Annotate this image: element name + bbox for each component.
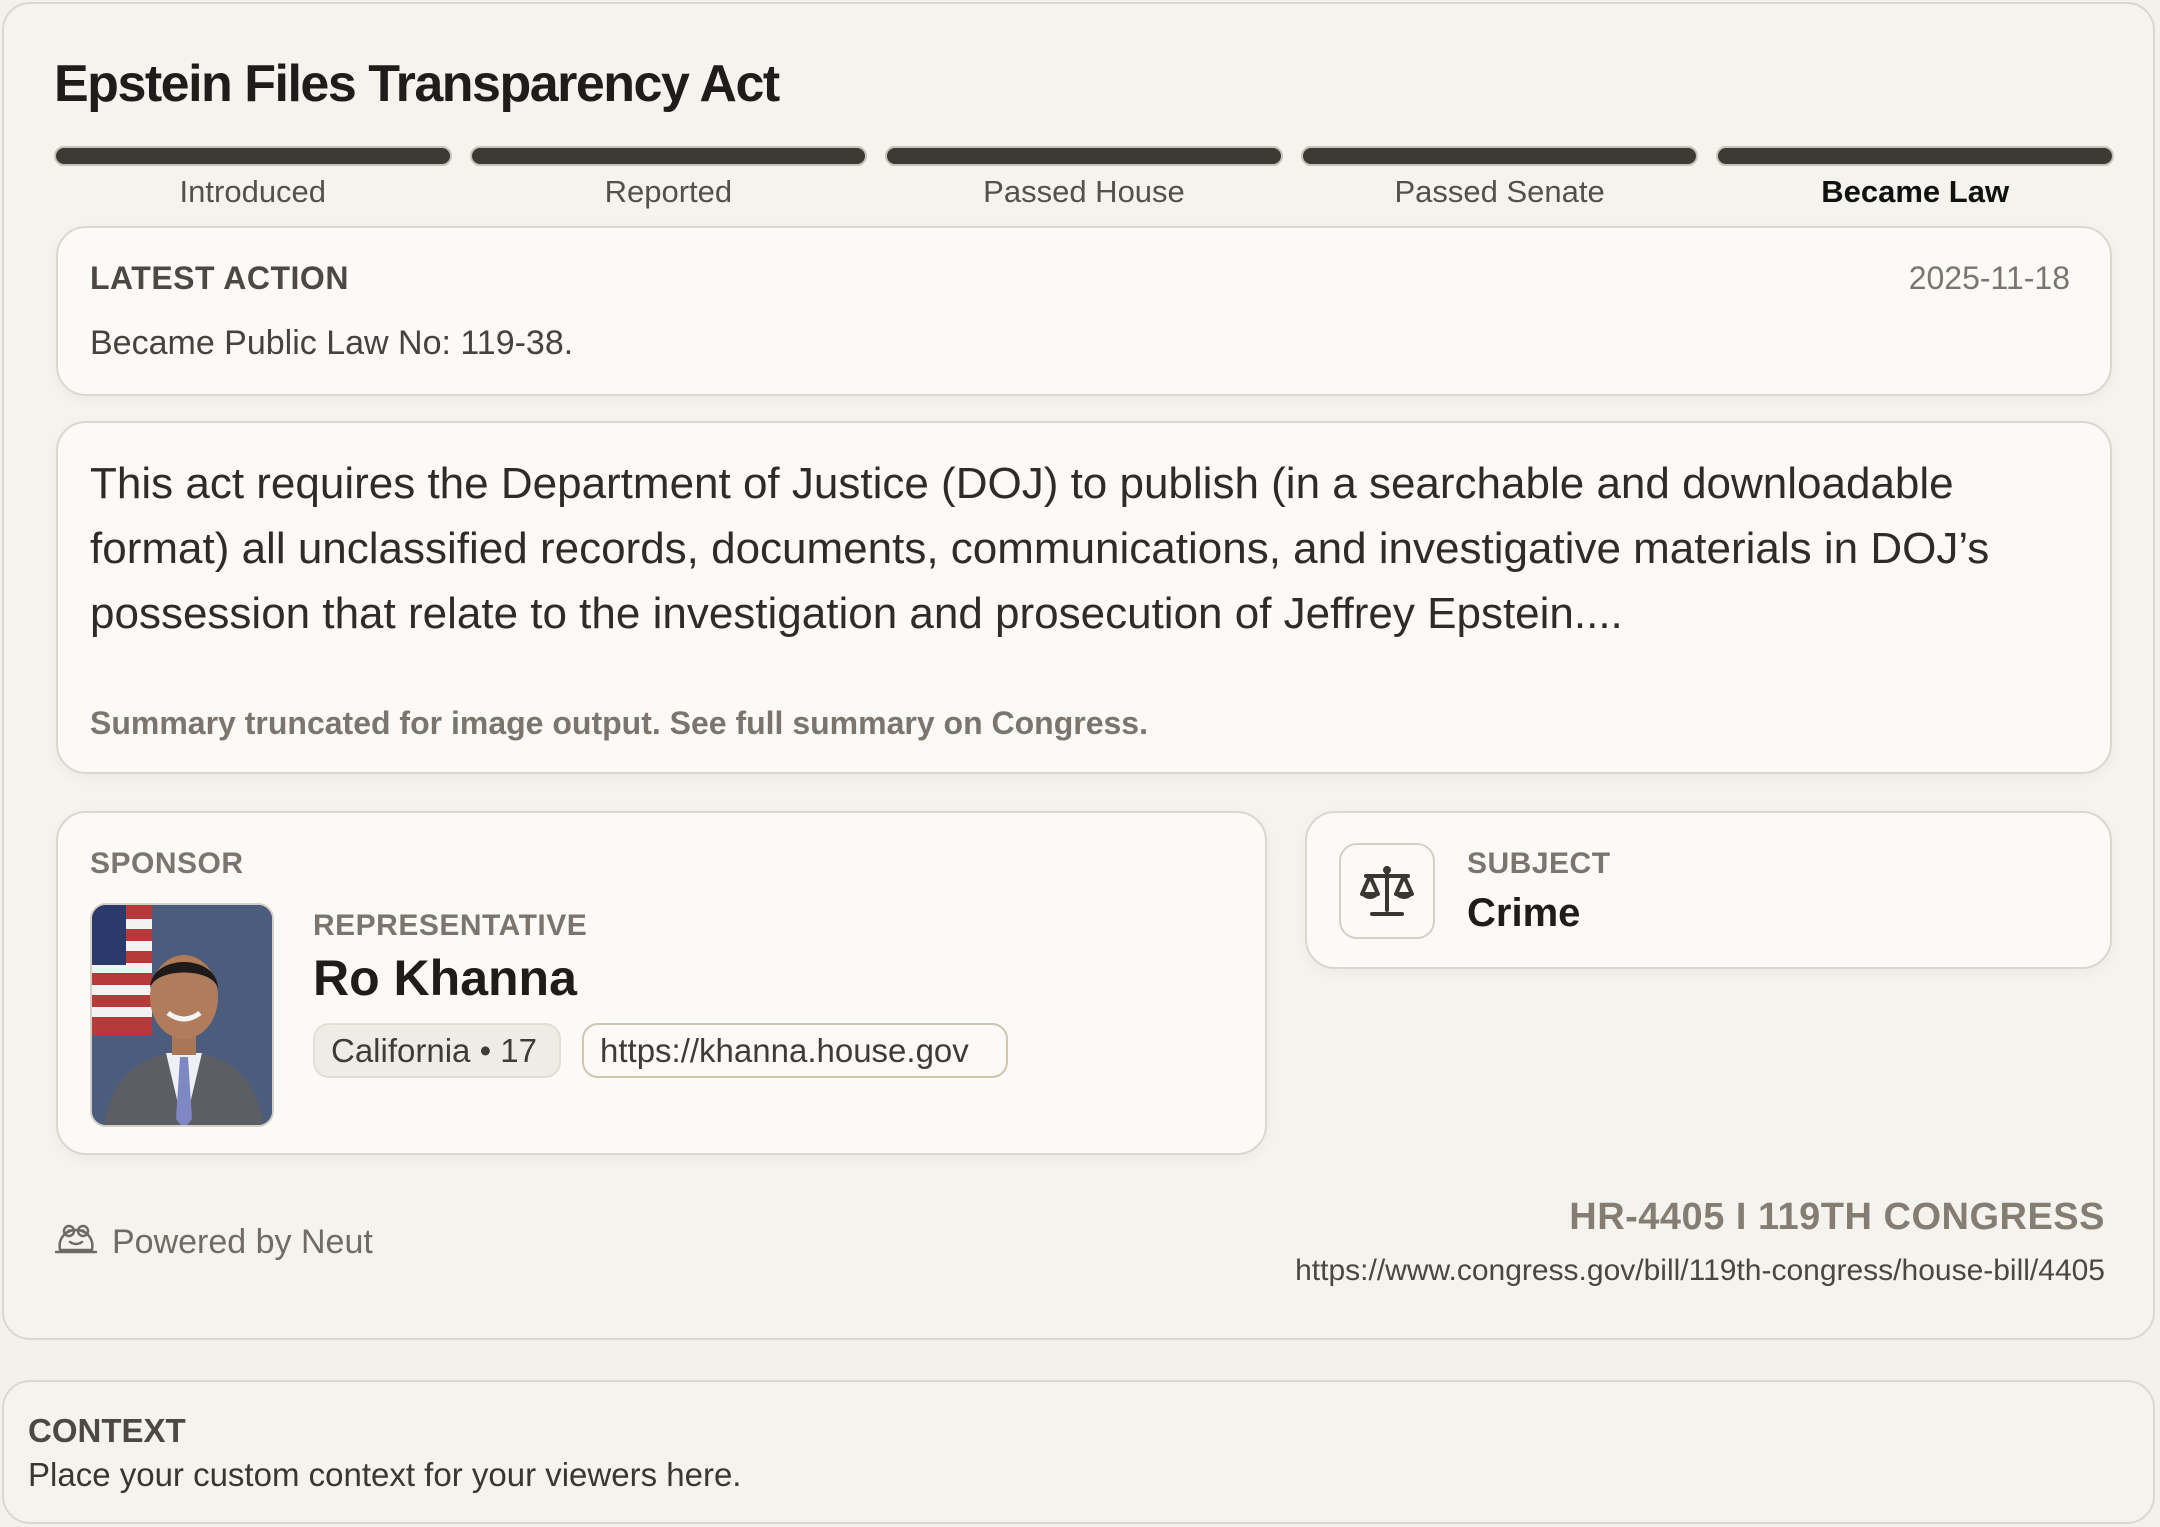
stage-bar xyxy=(469,146,868,166)
sponsor-role: REPRESENTATIVE xyxy=(313,909,588,942)
bill-card: Epstein Files Transparency Act Introduce… xyxy=(2,2,2155,1340)
scales-of-justice-icon xyxy=(1339,843,1435,939)
powered-by[interactable]: Powered by Neut xyxy=(54,1222,373,1263)
stage-label: Introduced xyxy=(179,174,327,209)
sponsor-portrait xyxy=(90,903,274,1127)
bill-title: Epstein Files Transparency Act xyxy=(54,55,780,113)
sponsor-district-chip: California • 17 xyxy=(313,1023,561,1078)
stage-bar xyxy=(1300,146,1699,166)
context-text: Place your custom context for your viewe… xyxy=(28,1456,742,1493)
latest-action-date: 2025-11-18 xyxy=(1908,260,2070,296)
subject-card: SUBJECT Crime xyxy=(1305,811,2112,969)
sponsor-website-link[interactable]: https://khanna.house.gov xyxy=(582,1023,1008,1078)
powered-by-text: Powered by Neut xyxy=(112,1223,373,1261)
stage-label: Passed Senate xyxy=(1394,174,1605,209)
subject-heading: SUBJECT xyxy=(1467,847,1611,880)
stage-passed-house: Passed House xyxy=(885,146,1283,216)
bill-identifier: HR-4405 I 119TH CONGRESS xyxy=(1569,1196,2105,1238)
stage-label: Reported xyxy=(604,174,733,209)
sponsor-heading: SPONSOR xyxy=(90,847,244,880)
summary-truncation-note: Summary truncated for image output. See … xyxy=(90,705,1148,741)
stage-label: Passed House xyxy=(983,174,1185,209)
stage-bar xyxy=(54,146,452,166)
neut-frog-icon xyxy=(54,1222,98,1263)
stage-reported: Reported xyxy=(469,146,868,216)
stage-became-law: Became Law xyxy=(1716,146,2114,216)
stage-bar xyxy=(885,146,1283,166)
context-card: CONTEXT Place your custom context for yo… xyxy=(2,1380,2155,1524)
stage-passed-senate: Passed Senate xyxy=(1300,146,1699,216)
stage-bar xyxy=(1716,146,2114,166)
sponsor-name: Ro Khanna xyxy=(313,950,577,1006)
stage-introduced: Introduced xyxy=(54,146,452,216)
stage-label-current: Became Law xyxy=(1821,174,2010,209)
subject-value: Crime xyxy=(1467,891,1581,935)
sponsor-card: SPONSOR REPRESENTATIVE Ro Khanna Califor… xyxy=(56,811,1267,1155)
bill-progress-tracker: Introduced Reported Passed House Passed … xyxy=(54,146,2114,216)
latest-action-heading: LATEST ACTION xyxy=(90,260,349,296)
latest-action-text: Became Public Law No: 119-38. xyxy=(90,324,574,362)
context-heading: CONTEXT xyxy=(28,1412,186,1449)
latest-action-card: LATEST ACTION 2025-11-18 Became Public L… xyxy=(56,226,2112,396)
summary-text: This act requires the Department of Just… xyxy=(90,459,1990,638)
summary-card: This act requires the Department of Just… xyxy=(56,421,2112,774)
congress-bill-link[interactable]: https://www.congress.gov/bill/119th-cong… xyxy=(1295,1254,2105,1288)
